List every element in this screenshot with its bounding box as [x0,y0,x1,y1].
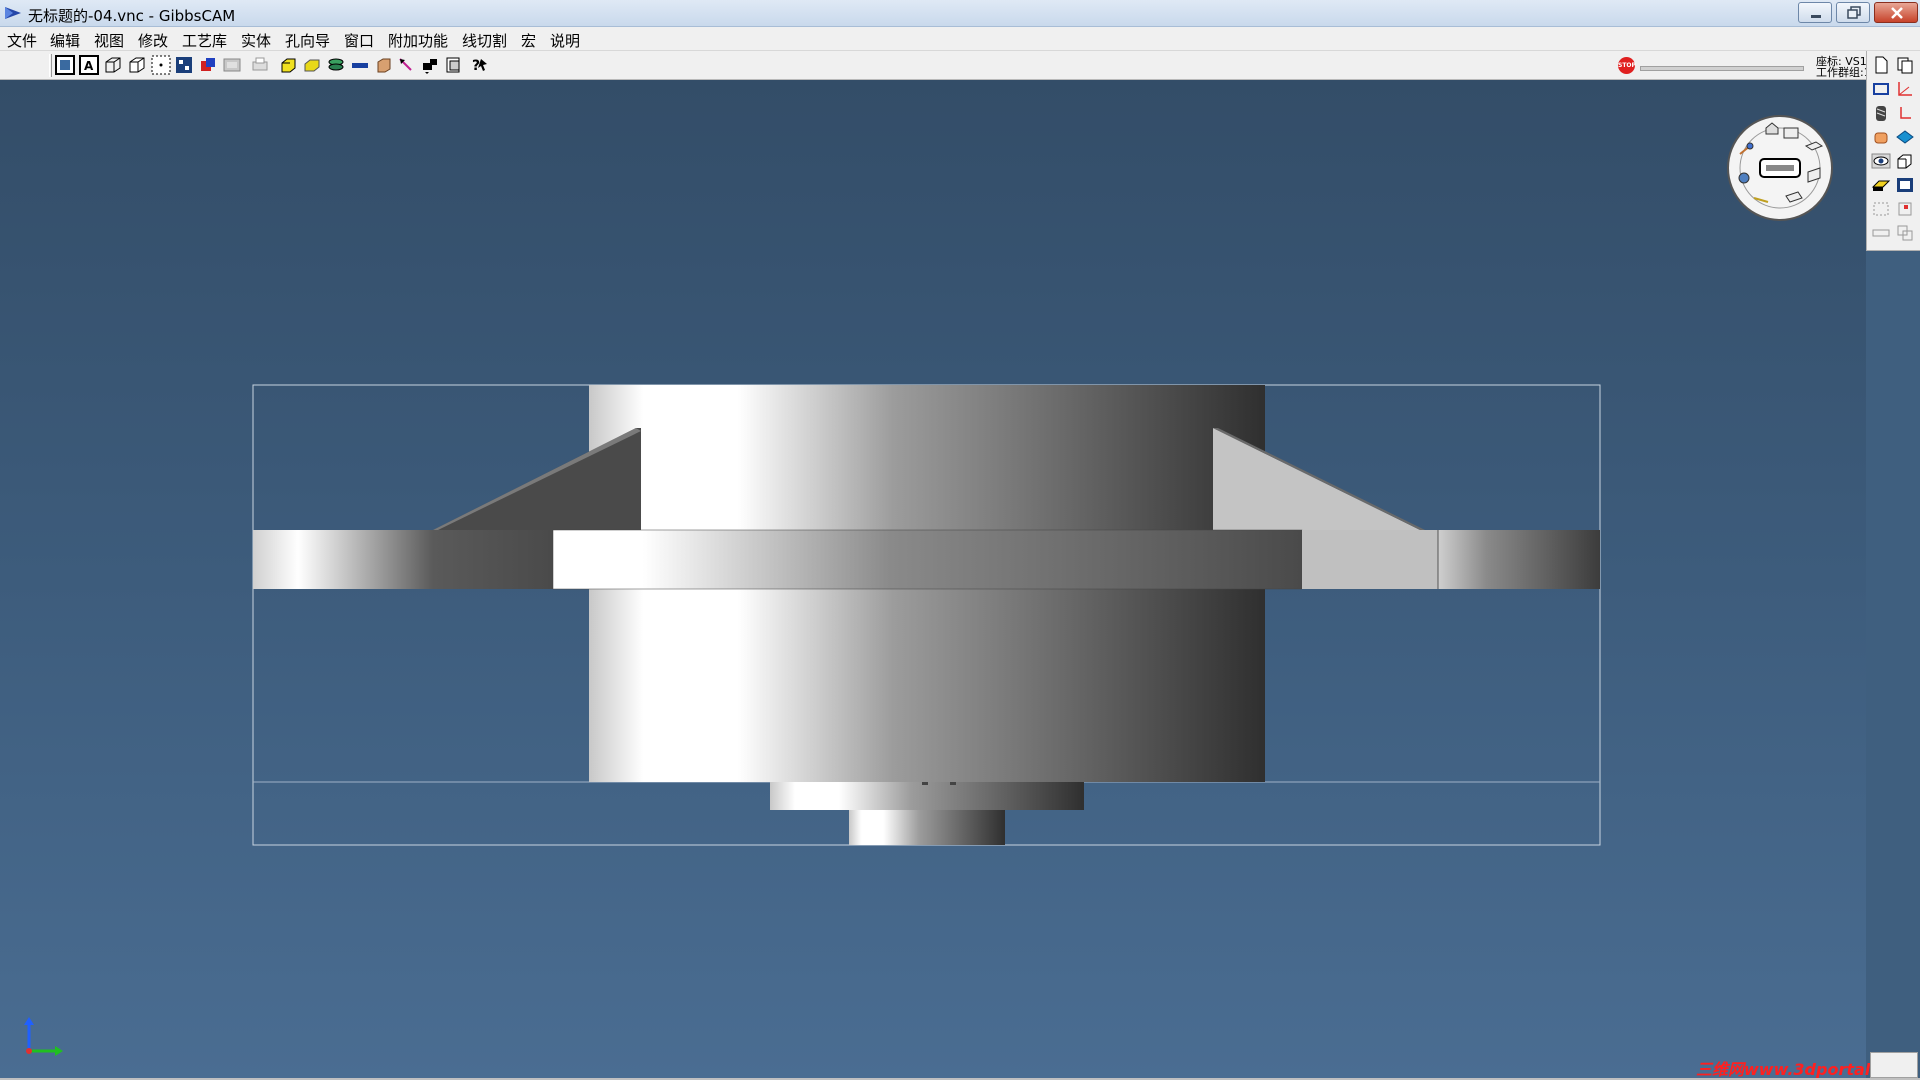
flange-left[interactable] [253,530,553,589]
step-marker-left [922,782,928,785]
menu-modify[interactable]: 修改 [135,30,171,51]
shaded-view-icon[interactable] [55,55,75,75]
menu-hole-wizard[interactable]: 孔向导 [282,30,333,51]
document-icon[interactable] [222,55,242,75]
minimize-icon [1811,15,1821,18]
eye-view-icon[interactable] [1871,151,1891,171]
stack-icon[interactable] [444,55,464,75]
ruler-icon[interactable] [350,55,370,75]
lower-step[interactable] [770,782,1084,810]
bottom-boss[interactable] [849,810,1005,845]
title-bar: 无标题的-04.vnc - GibbsCAM [0,0,1920,27]
axis-triad [24,1017,63,1056]
gibbscam-app-icon[interactable] [4,5,22,21]
pointer-icon[interactable] [396,55,416,75]
window-title: 无标题的-04.vnc - GibbsCAM [28,7,236,25]
3d-viewport[interactable] [0,80,1866,1078]
line-icon[interactable] [1871,223,1891,243]
wireframe-cube-icon[interactable] [103,55,123,75]
close-button[interactable] [1874,2,1918,23]
svg-text:A: A [84,59,94,73]
stop-icon[interactable]: STOP [1618,57,1636,74]
red-marker-icon[interactable] [1895,199,1915,219]
menu-solids[interactable]: 实体 [238,30,274,51]
status-corner-box [1870,1052,1918,1078]
rectangle-select-icon[interactable] [1871,79,1891,99]
yellow-face-icon[interactable] [1871,175,1891,195]
progress-bar [1640,66,1804,71]
snap-icon[interactable] [174,55,194,75]
menu-edit[interactable]: 编辑 [47,30,83,51]
step-marker-right [950,782,956,785]
dotted-box-icon[interactable] [1871,199,1891,219]
menu-file[interactable]: 文件 [4,30,40,51]
menu-plugins[interactable]: 附加功能 [385,30,451,51]
restore-icon [1847,6,1861,19]
multi-box-icon[interactable] [1895,223,1915,243]
yellow-sheet-icon[interactable] [302,55,322,75]
box-icon[interactable] [374,55,394,75]
menu-macro[interactable]: 宏 [518,30,539,51]
menu-bar: 文件 编辑 视图 修改 工艺库 实体 孔向导 窗口 附加功能 线切割 宏 说明 [0,27,1920,51]
camera-icon[interactable] [1895,175,1915,195]
minimize-button[interactable] [1798,2,1832,23]
new-document-icon[interactable] [1871,55,1891,75]
workgroup-label: 工作群组:1 [1816,66,1871,79]
close-icon [1891,7,1903,19]
menu-help[interactable]: 说明 [547,30,583,51]
solid-cube-icon[interactable] [127,55,147,75]
flange-right-face[interactable] [1302,530,1438,589]
restore-button[interactable] [1836,2,1870,23]
print-icon[interactable] [250,55,270,75]
view-navigation-wheel[interactable] [1726,114,1834,222]
help-icon[interactable]: ? [470,55,490,75]
layers-icon[interactable] [326,55,346,75]
solid-hatch-icon[interactable] [1871,103,1891,123]
axis-corner-icon[interactable] [1895,103,1915,123]
yellow-solid-icon[interactable] [278,55,298,75]
text-view-icon[interactable]: A [79,55,99,75]
right-palette [1866,51,1920,251]
hand-tool-icon[interactable] [1871,127,1891,147]
toolbar-grip[interactable] [49,54,52,77]
cube-view-icon[interactable] [1895,151,1915,171]
part-rendering [24,384,1601,1056]
menu-window[interactable]: 窗口 [341,30,377,51]
menu-view[interactable]: 视图 [91,30,127,51]
grid-icon[interactable] [151,55,171,75]
main-toolbar: A ? STOP 座标: VS1 工作群组:1 [0,51,1920,80]
flange-center[interactable] [552,529,1303,590]
axis-red-icon[interactable] [1895,79,1915,99]
flange-right[interactable] [1438,530,1600,589]
menu-process-library[interactable]: 工艺库 [179,30,230,51]
blue-shape-icon[interactable] [1895,127,1915,147]
copy-icon[interactable] [1895,55,1915,75]
color-icon[interactable] [198,55,218,75]
menu-wire-edm[interactable]: 线切割 [459,30,510,51]
watermark: 三维网www.3dportal.cn [1696,1060,1898,1079]
tool-icon[interactable] [420,55,440,75]
